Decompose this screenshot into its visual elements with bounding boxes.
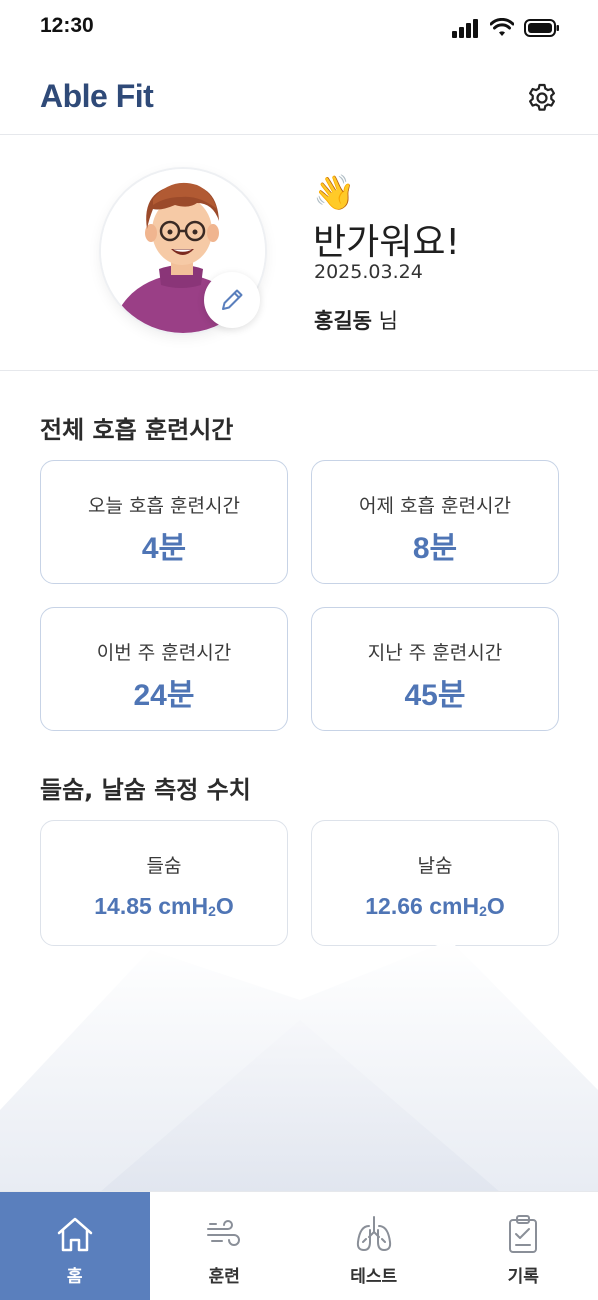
signal-icon	[452, 19, 478, 38]
date-text: 2025.03.24	[314, 261, 423, 283]
card-today-training[interactable]: 오늘 호흡 훈련시간 4분	[40, 460, 288, 584]
nav-home[interactable]: 홈	[0, 1192, 150, 1300]
card-last-week-training[interactable]: 지난 주 훈련시간 45분	[311, 607, 559, 731]
card-value: 14.85 cmH2O	[94, 893, 234, 919]
card-label: 어제 호흡 훈련시간	[359, 495, 511, 517]
card-value: 8분	[412, 532, 458, 565]
lungs-icon	[356, 1216, 391, 1251]
measure-section-title: 들숨, 날숨 측정 수치	[40, 776, 251, 804]
card-value: 24분	[133, 679, 195, 712]
status-icons	[452, 18, 560, 38]
status-time: 12:30	[40, 14, 94, 37]
bottom-nav: 홈 훈련 테스트 기록	[0, 1191, 598, 1300]
edit-avatar-button[interactable]	[204, 272, 260, 328]
nav-test[interactable]: 테스트	[299, 1192, 449, 1300]
card-label: 이번 주 훈련시간	[96, 642, 232, 664]
app-header: Able Fit	[0, 60, 598, 135]
user-name: 홍길동	[314, 309, 372, 333]
battery-icon	[524, 19, 559, 37]
card-value: 12.66 cmH2O	[365, 893, 505, 919]
nav-records[interactable]: 기록	[449, 1192, 598, 1300]
wind-icon	[207, 1220, 241, 1246]
card-this-week-training[interactable]: 이번 주 훈련시간 24분	[40, 607, 288, 731]
greeting-text: 반가워요!	[313, 222, 460, 263]
card-label: 지난 주 훈련시간	[367, 642, 503, 664]
nav-label: 기록	[507, 1267, 539, 1287]
wave-hand-icon: 👋	[313, 173, 356, 213]
user-line: 홍길동 님	[314, 305, 398, 335]
background-decoration	[0, 940, 598, 1192]
nav-label: 홈	[66, 1267, 83, 1287]
nav-label: 테스트	[350, 1267, 398, 1287]
pencil-icon	[222, 289, 243, 310]
settings-button[interactable]	[526, 82, 558, 114]
clipboard-check-icon	[509, 1215, 538, 1253]
card-label: 날숨	[417, 855, 453, 877]
card-label: 들숨	[146, 855, 182, 877]
nav-training[interactable]: 훈련	[150, 1192, 300, 1300]
card-exhale[interactable]: 날숨 12.66 cmH2O	[311, 820, 559, 946]
profile-section: 👋 반가워요! 2025.03.24 홍길동 님	[0, 135, 598, 371]
home-icon	[57, 1217, 92, 1252]
card-value: 4분	[141, 532, 187, 565]
nav-label: 훈련	[208, 1267, 240, 1287]
wifi-icon	[490, 18, 514, 36]
gear-icon	[529, 83, 555, 111]
card-inhale[interactable]: 들숨 14.85 cmH2O	[40, 820, 288, 946]
training-section-title: 전체 호흡 훈련시간	[40, 416, 234, 444]
honorific: 님	[378, 309, 398, 333]
card-yesterday-training[interactable]: 어제 호흡 훈련시간 8분	[311, 460, 559, 584]
app-logo: Able Fit	[40, 78, 154, 114]
card-label: 오늘 호흡 훈련시간	[88, 495, 240, 517]
card-value: 45분	[404, 679, 466, 712]
status-bar: 12:30	[0, 0, 598, 60]
